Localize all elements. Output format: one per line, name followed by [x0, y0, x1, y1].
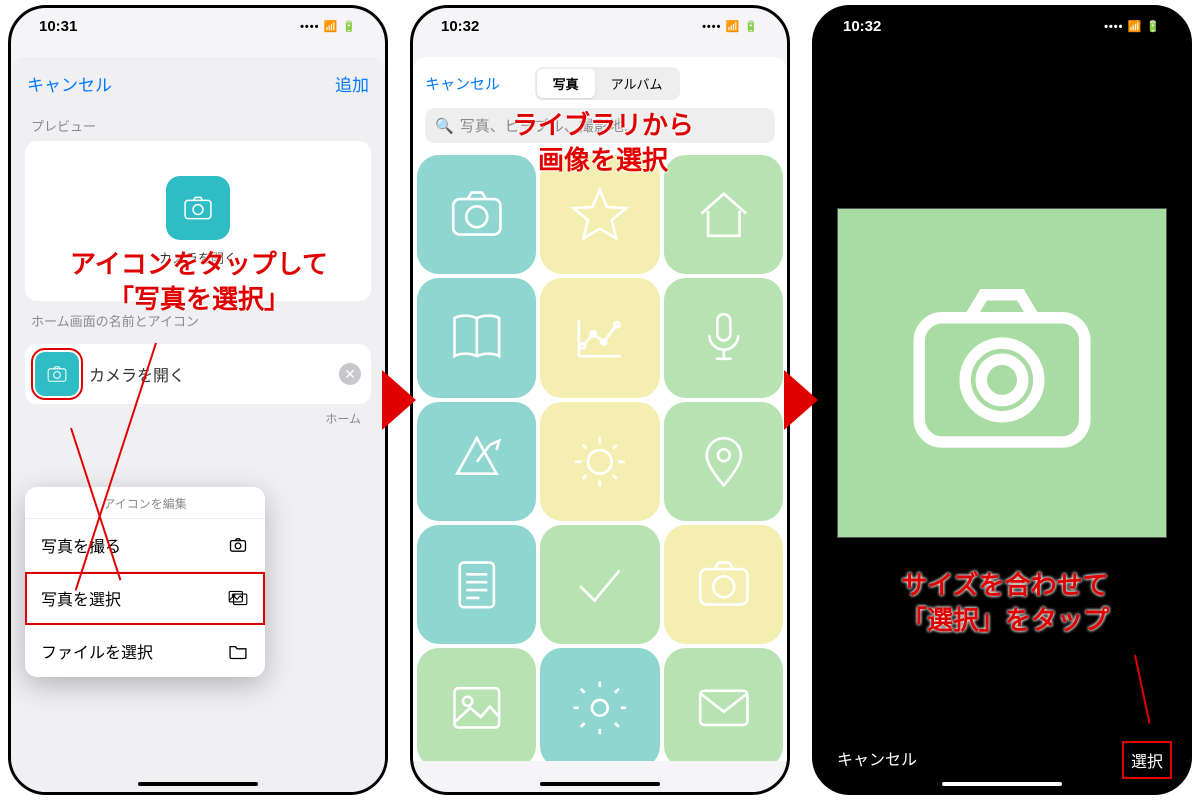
photo-tile[interactable]: [417, 278, 536, 397]
photo-grid: [413, 151, 787, 761]
icon-edit-popup: アイコンを編集 写真を撮る 写真を選択 ファイルを選択: [25, 487, 265, 677]
status-bar: 10:32 •••• 📶 🔋: [815, 8, 1189, 39]
camera-icon: [179, 189, 217, 227]
photo-tile[interactable]: [540, 525, 659, 644]
status-bar: 10:31 •••• 📶 🔋: [11, 8, 385, 39]
sun-icon: [567, 429, 633, 495]
clock: 10:32: [843, 18, 881, 35]
home-icon: [691, 182, 757, 248]
photo-icon: [227, 587, 249, 609]
cancel-button[interactable]: キャンセル: [425, 73, 500, 94]
popup-title: アイコンを編集: [25, 487, 265, 519]
photo-tile[interactable]: [417, 648, 536, 761]
photo-tile[interactable]: [417, 525, 536, 644]
select-button[interactable]: 選択: [1127, 746, 1167, 774]
phone-screen-3: 10:32 •••• 📶 🔋 サイズを合わせて 「選択」をタップ キャンセル 選…: [812, 5, 1192, 795]
add-button[interactable]: 追加: [335, 71, 369, 96]
clock: 10:32: [441, 18, 479, 35]
mail-icon: [691, 675, 757, 741]
name-row: カメラを開く ✕: [25, 344, 371, 404]
preview-label: プレビュー: [11, 106, 385, 141]
search-placeholder: 写真、ピープル、撮影地...: [460, 115, 637, 136]
preview-caption: カメラを開く: [159, 248, 237, 267]
camera-icon: [44, 361, 70, 387]
photo-tile[interactable]: [664, 402, 783, 521]
name-icon-label: ホーム画面の名前とアイコン: [11, 301, 385, 336]
popup-choose-photo[interactable]: 写真を選択: [25, 572, 265, 625]
status-icons: •••• 📶 🔋: [1104, 18, 1161, 35]
image-icon: [444, 675, 510, 741]
photo-tile[interactable]: [540, 155, 659, 274]
photo-tile[interactable]: [540, 648, 659, 761]
doc-icon: [444, 552, 510, 618]
photo-tile[interactable]: [664, 278, 783, 397]
name-field[interactable]: カメラを開く: [89, 362, 329, 386]
gear-icon: [567, 675, 633, 741]
cancel-button[interactable]: キャンセル: [27, 71, 112, 96]
clear-icon[interactable]: ✕: [339, 363, 361, 385]
cancel-button[interactable]: キャンセル: [837, 746, 917, 774]
apps-icon: [444, 429, 510, 495]
search-icon: 🔍: [435, 117, 454, 135]
star-icon: [567, 182, 633, 248]
photo-tile[interactable]: [664, 525, 783, 644]
step-arrow-icon: [784, 370, 818, 430]
camera-icon: [227, 534, 249, 556]
photo-tile[interactable]: [417, 402, 536, 521]
pin-icon: [691, 429, 757, 495]
mic-icon: [691, 305, 757, 371]
photo-tile[interactable]: [540, 402, 659, 521]
crop-frame: [837, 208, 1167, 538]
popup-choose-file[interactable]: ファイルを選択: [25, 625, 265, 677]
phone-screen-1: 10:31 •••• 📶 🔋 キャンセル 追加 プレビュー カメラを開く ホーム…: [8, 5, 388, 795]
status-icons: •••• 📶 🔋: [300, 18, 357, 35]
check-icon: [567, 552, 633, 618]
status-bar: 10:32 •••• 📶 🔋: [413, 8, 787, 39]
tab-albums[interactable]: アルバム: [595, 69, 679, 98]
book-icon: [444, 305, 510, 371]
icon-button[interactable]: [35, 352, 79, 396]
photo-tile[interactable]: [540, 278, 659, 397]
segmented-control: 写真 アルバム: [535, 67, 681, 100]
photo-tile[interactable]: [664, 155, 783, 274]
chart-icon: [567, 305, 633, 371]
camera-icon: [444, 182, 510, 248]
home-indicator: [540, 782, 660, 786]
tab-photos[interactable]: 写真: [537, 69, 595, 98]
camera-icon: [691, 552, 757, 618]
popup-take-photo[interactable]: 写真を撮る: [25, 519, 265, 572]
hint-text: ホーム: [11, 404, 385, 427]
photo-picker-header: キャンセル 写真 アルバム 🔍 写真、ピープル、撮影地...: [413, 57, 787, 151]
preview-icon[interactable]: [166, 176, 230, 240]
camera-icon: [887, 258, 1117, 488]
crop-area[interactable]: [815, 63, 1189, 683]
phone-screen-2: 10:32 •••• 📶 🔋 キャンセル 写真 アルバム 🔍 写真、ピープル、撮…: [410, 5, 790, 795]
photo-tile[interactable]: [664, 648, 783, 761]
step-arrow-icon: [382, 370, 416, 430]
search-input[interactable]: 🔍 写真、ピープル、撮影地...: [425, 108, 775, 143]
folder-icon: [227, 640, 249, 662]
home-indicator: [138, 782, 258, 786]
add-to-home-sheet: キャンセル 追加 プレビュー カメラを開く ホーム画面の名前とアイコン カメラを…: [11, 57, 385, 795]
preview-card: カメラを開く: [25, 141, 371, 301]
photo-tile[interactable]: [417, 155, 536, 274]
clock: 10:31: [39, 18, 77, 35]
status-icons: •••• 📶 🔋: [702, 18, 759, 35]
home-indicator: [942, 782, 1062, 786]
